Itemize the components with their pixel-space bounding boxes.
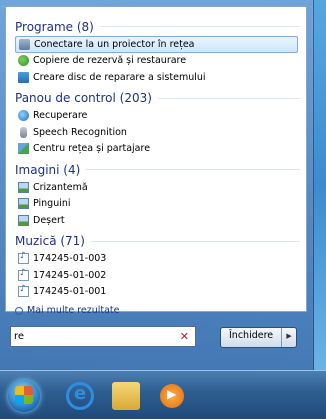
section-header-images[interactable]: Imagini (4) <box>15 160 306 179</box>
section-header-programs[interactable]: Programe (8) <box>15 17 306 36</box>
result-label: Conectare la un proiector în rețea <box>34 38 195 50</box>
result-item-music[interactable]: 174245-01-003 <box>15 251 298 268</box>
result-label: 174245-01-002 <box>33 269 107 281</box>
section-control-panel: Panou de control (203) Recuperare Speech… <box>15 89 306 158</box>
image-icon <box>18 181 29 193</box>
windows-logo-icon <box>15 386 33 404</box>
recovery-icon <box>18 110 29 122</box>
divider <box>157 97 300 99</box>
start-button[interactable] <box>8 380 40 412</box>
internet-explorer-icon[interactable] <box>66 382 94 410</box>
media-player-icon[interactable] <box>160 384 184 408</box>
section-title: Imagini (4) <box>15 162 81 177</box>
result-item-music[interactable]: 174245-01-001 <box>15 284 298 301</box>
result-label: Centru rețea și partajare <box>33 143 151 155</box>
backup-icon <box>18 55 29 67</box>
microphone-icon <box>20 126 27 138</box>
result-label: Recuperare <box>33 110 88 122</box>
result-label: Pinguini <box>33 198 71 210</box>
section-title: Muzică (71) <box>15 234 85 248</box>
more-results-label: Mai multe rezultate <box>27 305 120 316</box>
image-icon <box>18 214 29 226</box>
start-menu: Programe (8) Conectare la un proiector î… <box>0 0 314 370</box>
section-title: Panou de control (203) <box>15 91 152 105</box>
search-results-pane: Programe (8) Conectare la un proiector î… <box>5 6 307 316</box>
result-item-repair-disc[interactable]: Creare disc de reparare a sistemului <box>15 69 298 86</box>
network-icon <box>18 143 29 155</box>
result-label: Crizantemă <box>33 181 88 193</box>
shutdown-button[interactable]: Închidere <box>221 328 281 347</box>
music-file-icon <box>18 251 29 265</box>
shutdown-options-arrow-icon[interactable]: ▶ <box>281 328 296 347</box>
search-icon <box>15 306 23 315</box>
shutdown-control: Închidere ▶ <box>220 327 298 348</box>
result-item-recovery[interactable]: Recuperare <box>15 108 298 125</box>
result-label: Deșert <box>33 214 65 226</box>
section-header-music[interactable]: Muzică (71) <box>15 232 306 251</box>
section-images: Imagini (4) Crizantemă Pinguini Deșert <box>15 160 306 229</box>
result-label: Creare disc de reparare a sistemului <box>33 71 206 83</box>
search-box[interactable]: ✕ <box>10 326 196 347</box>
search-input[interactable] <box>14 331 174 342</box>
result-item-music[interactable]: 174245-01-002 <box>15 267 298 284</box>
result-item-image[interactable]: Pinguini <box>15 196 298 213</box>
section-header-control-panel[interactable]: Panou de control (203) <box>15 89 306 108</box>
result-label: 174245-01-003 <box>33 253 107 265</box>
section-music: Muzică (71) 174245-01-003 174245-01-002 … <box>15 232 306 301</box>
desktop-background <box>312 0 326 370</box>
result-item-speech[interactable]: Speech Recognition <box>15 124 298 141</box>
divider <box>91 240 300 242</box>
disc-icon <box>18 71 29 83</box>
divider <box>86 169 300 170</box>
result-item-backup[interactable]: Copiere de rezervă și restaurare <box>15 53 298 70</box>
result-item-projector[interactable]: Conectare la un proiector în rețea <box>15 36 298 53</box>
section-programs: Programe (8) Conectare la un proiector î… <box>15 17 306 86</box>
divider <box>99 26 300 27</box>
file-explorer-icon[interactable] <box>112 382 140 410</box>
projector-icon <box>19 38 30 50</box>
result-item-network[interactable]: Centru rețea și partajare <box>15 141 298 158</box>
result-item-image[interactable]: Crizantemă <box>15 179 298 196</box>
image-icon <box>18 198 29 210</box>
more-results-link[interactable]: Mai multe rezultate <box>15 303 306 318</box>
result-label: 174245-01-001 <box>33 286 107 298</box>
result-label: Copiere de rezervă și restaurare <box>33 55 187 67</box>
music-file-icon <box>18 268 29 281</box>
result-item-image[interactable]: Deșert <box>15 212 298 229</box>
section-title: Programe (8) <box>15 19 94 34</box>
music-file-icon <box>18 284 29 298</box>
result-label: Speech Recognition <box>33 126 127 138</box>
clear-search-icon[interactable]: ✕ <box>180 330 189 343</box>
